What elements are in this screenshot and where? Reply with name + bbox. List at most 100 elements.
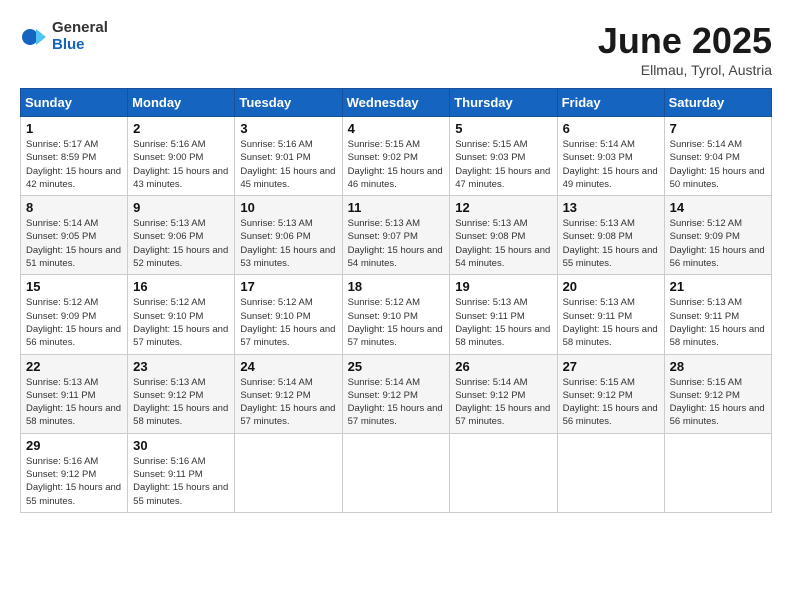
day-number: 14 — [670, 200, 766, 215]
table-row: 29Sunrise: 5:16 AMSunset: 9:12 PMDayligh… — [21, 433, 128, 512]
month-title: June 2025 — [598, 20, 772, 62]
day-info: Sunrise: 5:15 AMSunset: 9:12 PMDaylight:… — [563, 376, 659, 429]
col-wednesday: Wednesday — [342, 89, 450, 117]
logo-icon — [20, 23, 48, 51]
day-info: Sunrise: 5:13 AMSunset: 9:08 PMDaylight:… — [455, 217, 551, 270]
table-row: 7 Sunrise: 5:14 AMSunset: 9:04 PMDaylight… — [664, 117, 771, 196]
day-number: 18 — [348, 279, 445, 294]
col-friday: Friday — [557, 89, 664, 117]
table-row: 25 Sunrise: 5:14 AMSunset: 9:12 PMDayligh… — [342, 354, 450, 433]
calendar: Sunday Monday Tuesday Wednesday Thursday… — [20, 88, 772, 513]
day-info: Sunrise: 5:16 AMSunset: 9:12 PMDaylight:… — [26, 455, 122, 508]
calendar-week-row: 22 Sunrise: 5:13 AMSunset: 9:11 PMDayligh… — [21, 354, 772, 433]
table-row: 8Sunrise: 5:14 AMSunset: 9:05 PMDaylight… — [21, 196, 128, 275]
day-info: Sunrise: 5:13 AMSunset: 9:11 PMDaylight:… — [455, 296, 551, 349]
calendar-week-row: 29Sunrise: 5:16 AMSunset: 9:12 PMDayligh… — [21, 433, 772, 512]
table-row — [235, 433, 342, 512]
day-info: Sunrise: 5:12 AMSunset: 9:09 PMDaylight:… — [670, 217, 766, 270]
day-info: Sunrise: 5:14 AMSunset: 9:04 PMDaylight:… — [670, 138, 766, 191]
day-number: 5 — [455, 121, 551, 136]
table-row: 15Sunrise: 5:12 AMSunset: 9:09 PMDayligh… — [21, 275, 128, 354]
day-info: Sunrise: 5:16 AMSunset: 9:11 PMDaylight:… — [133, 455, 229, 508]
table-row: 27 Sunrise: 5:15 AMSunset: 9:12 PMDayligh… — [557, 354, 664, 433]
table-row — [664, 433, 771, 512]
logo: General Blue — [20, 20, 108, 53]
logo-blue: Blue — [52, 36, 85, 53]
col-monday: Monday — [128, 89, 235, 117]
day-info: Sunrise: 5:14 AMSunset: 9:05 PMDaylight:… — [26, 217, 122, 270]
day-number: 11 — [348, 200, 445, 215]
calendar-week-row: 1 Sunrise: 5:17 AMSunset: 8:59 PMDaylight… — [21, 117, 772, 196]
day-info: Sunrise: 5:13 AMSunset: 9:08 PMDaylight:… — [563, 217, 659, 270]
table-row — [342, 433, 450, 512]
table-row: 28Sunrise: 5:15 AMSunset: 9:12 PMDayligh… — [664, 354, 771, 433]
day-number: 6 — [563, 121, 659, 136]
day-info: Sunrise: 5:12 AMSunset: 9:10 PMDaylight:… — [133, 296, 229, 349]
table-row: 24 Sunrise: 5:14 AMSunset: 9:12 PMDayligh… — [235, 354, 342, 433]
day-number: 26 — [455, 359, 551, 374]
col-saturday: Saturday — [664, 89, 771, 117]
table-row: 30 Sunrise: 5:16 AMSunset: 9:11 PMDayligh… — [128, 433, 235, 512]
day-info: Sunrise: 5:13 AMSunset: 9:11 PMDaylight:… — [670, 296, 766, 349]
calendar-header-row: Sunday Monday Tuesday Wednesday Thursday… — [21, 89, 772, 117]
day-info: Sunrise: 5:12 AMSunset: 9:10 PMDaylight:… — [348, 296, 445, 349]
day-info: Sunrise: 5:17 AMSunset: 8:59 PMDaylight:… — [26, 138, 122, 191]
day-info: Sunrise: 5:15 AMSunset: 9:12 PMDaylight:… — [670, 376, 766, 429]
day-number: 13 — [563, 200, 659, 215]
day-number: 21 — [670, 279, 766, 294]
day-number: 4 — [348, 121, 445, 136]
day-number: 16 — [133, 279, 229, 294]
day-number: 15 — [26, 279, 122, 294]
day-number: 1 — [26, 121, 122, 136]
day-info: Sunrise: 5:12 AMSunset: 9:10 PMDaylight:… — [240, 296, 336, 349]
table-row: 17 Sunrise: 5:12 AMSunset: 9:10 PMDayligh… — [235, 275, 342, 354]
table-row: 22 Sunrise: 5:13 AMSunset: 9:11 PMDayligh… — [21, 354, 128, 433]
table-row: 19 Sunrise: 5:13 AMSunset: 9:11 PMDayligh… — [450, 275, 557, 354]
table-row: 20Sunrise: 5:13 AMSunset: 9:11 PMDayligh… — [557, 275, 664, 354]
day-info: Sunrise: 5:13 AMSunset: 9:12 PMDaylight:… — [133, 376, 229, 429]
table-row: 14 Sunrise: 5:12 AMSunset: 9:09 PMDayligh… — [664, 196, 771, 275]
day-info: Sunrise: 5:14 AMSunset: 9:12 PMDaylight:… — [455, 376, 551, 429]
table-row: 12 Sunrise: 5:13 AMSunset: 9:08 PMDayligh… — [450, 196, 557, 275]
logo-text: General Blue — [52, 20, 108, 53]
day-info: Sunrise: 5:15 AMSunset: 9:02 PMDaylight:… — [348, 138, 445, 191]
col-tuesday: Tuesday — [235, 89, 342, 117]
day-number: 19 — [455, 279, 551, 294]
calendar-week-row: 15Sunrise: 5:12 AMSunset: 9:09 PMDayligh… — [21, 275, 772, 354]
day-number: 20 — [563, 279, 659, 294]
day-number: 3 — [240, 121, 336, 136]
day-info: Sunrise: 5:14 AMSunset: 9:03 PMDaylight:… — [563, 138, 659, 191]
day-number: 25 — [348, 359, 445, 374]
day-number: 30 — [133, 438, 229, 453]
table-row — [557, 433, 664, 512]
day-number: 7 — [670, 121, 766, 136]
day-info: Sunrise: 5:13 AMSunset: 9:06 PMDaylight:… — [240, 217, 336, 270]
day-info: Sunrise: 5:13 AMSunset: 9:11 PMDaylight:… — [26, 376, 122, 429]
day-info: Sunrise: 5:16 AMSunset: 9:01 PMDaylight:… — [240, 138, 336, 191]
table-row: 2Sunrise: 5:16 AMSunset: 9:00 PMDaylight… — [128, 117, 235, 196]
day-number: 22 — [26, 359, 122, 374]
table-row: 13 Sunrise: 5:13 AMSunset: 9:08 PMDayligh… — [557, 196, 664, 275]
table-row — [450, 433, 557, 512]
day-number: 2 — [133, 121, 229, 136]
day-number: 17 — [240, 279, 336, 294]
day-number: 24 — [240, 359, 336, 374]
day-number: 12 — [455, 200, 551, 215]
table-row: 16 Sunrise: 5:12 AMSunset: 9:10 PMDayligh… — [128, 275, 235, 354]
table-row: 21 Sunrise: 5:13 AMSunset: 9:11 PMDayligh… — [664, 275, 771, 354]
day-info: Sunrise: 5:14 AMSunset: 9:12 PMDaylight:… — [240, 376, 336, 429]
day-number: 27 — [563, 359, 659, 374]
day-info: Sunrise: 5:15 AMSunset: 9:03 PMDaylight:… — [455, 138, 551, 191]
table-row: 5 Sunrise: 5:15 AMSunset: 9:03 PMDaylight… — [450, 117, 557, 196]
header: General Blue June 2025 Ellmau, Tyrol, Au… — [20, 20, 772, 78]
table-row: 9 Sunrise: 5:13 AMSunset: 9:06 PMDaylight… — [128, 196, 235, 275]
table-row: 11 Sunrise: 5:13 AMSunset: 9:07 PMDayligh… — [342, 196, 450, 275]
day-number: 23 — [133, 359, 229, 374]
day-number: 9 — [133, 200, 229, 215]
table-row: 18 Sunrise: 5:12 AMSunset: 9:10 PMDayligh… — [342, 275, 450, 354]
day-info: Sunrise: 5:13 AMSunset: 9:06 PMDaylight:… — [133, 217, 229, 270]
col-sunday: Sunday — [21, 89, 128, 117]
day-info: Sunrise: 5:13 AMSunset: 9:07 PMDaylight:… — [348, 217, 445, 270]
table-row: 23 Sunrise: 5:13 AMSunset: 9:12 PMDayligh… — [128, 354, 235, 433]
day-info: Sunrise: 5:14 AMSunset: 9:12 PMDaylight:… — [348, 376, 445, 429]
